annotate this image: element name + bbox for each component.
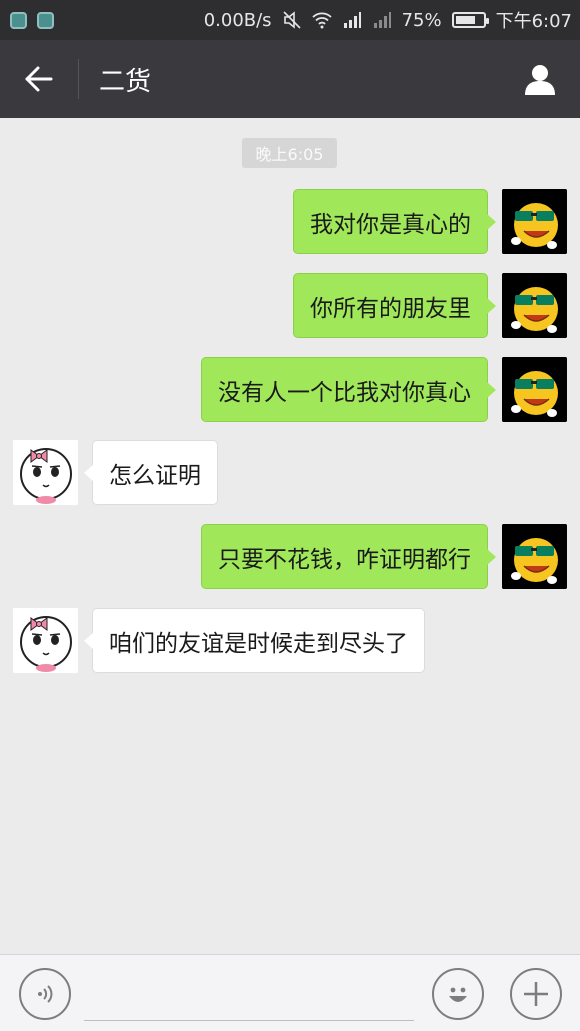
chat-header: 二货	[0, 40, 580, 118]
wifi-icon	[311, 12, 332, 29]
my-avatar[interactable]	[502, 189, 567, 254]
emoji-icon	[449, 987, 467, 1002]
my-message-bubble[interactable]: 只要不花钱，咋证明都行	[201, 524, 496, 589]
voice-input-button[interactable]	[19, 968, 71, 1020]
girl-face-avatar-icon	[13, 608, 78, 673]
signal-icon	[343, 12, 361, 28]
my-avatar[interactable]	[502, 273, 567, 338]
emoji-button[interactable]	[432, 968, 484, 1020]
chat-area[interactable]: 晚上6:05 我对你是真心的 你所有的朋友里 没有人一个比我对你真心 怎么证明 …	[0, 118, 580, 954]
my-avatar[interactable]	[502, 524, 567, 589]
battery-icon	[451, 12, 489, 28]
clock: 下午6:07	[495, 11, 572, 32]
mute-icon	[282, 11, 301, 29]
chat-title: 二货	[99, 66, 152, 97]
battery-level	[455, 16, 476, 24]
app-notification-icon	[10, 11, 27, 29]
more-options-button[interactable]	[510, 968, 562, 1020]
sunglasses-smiley-avatar-icon	[502, 273, 567, 338]
battery-percent: 75%	[401, 9, 442, 31]
chat-info-button[interactable]	[500, 40, 580, 118]
plus-icon	[524, 982, 548, 1006]
back-arrow-icon	[25, 66, 53, 92]
contact-avatar[interactable]	[13, 608, 78, 673]
message-input[interactable]	[84, 975, 414, 1021]
app-notification-icon	[37, 11, 54, 29]
message-row: 你所有的朋友里	[0, 273, 580, 339]
header-divider	[78, 59, 79, 99]
my-avatar[interactable]	[502, 357, 567, 422]
sunglasses-smiley-avatar-icon	[502, 357, 567, 422]
person-icon	[525, 65, 555, 95]
my-message-bubble[interactable]: 我对你是真心的	[293, 189, 496, 254]
input-bar	[0, 954, 580, 1031]
message-row: 怎么证明	[0, 440, 580, 506]
contact-avatar[interactable]	[13, 440, 78, 505]
message-row: 咱们的友谊是时候走到尽头了	[0, 608, 580, 674]
signal-icon	[373, 12, 391, 28]
girl-face-avatar-icon	[13, 440, 78, 505]
sunglasses-smiley-avatar-icon	[502, 189, 567, 254]
message-row: 没有人一个比我对你真心	[0, 357, 580, 423]
status-bar: 0.00B/s 75% 下午6:07	[0, 0, 580, 40]
contact-message-bubble[interactable]: 咱们的友谊是时候走到尽头了	[84, 608, 425, 673]
network-speed: 0.00B/s	[203, 9, 272, 31]
voice-icon	[38, 985, 53, 1003]
back-button[interactable]	[0, 40, 78, 118]
message-row: 只要不花钱，咋证明都行	[0, 524, 580, 590]
message-timestamp: 晚上6:05	[242, 138, 337, 168]
sunglasses-smiley-avatar-icon	[502, 524, 567, 589]
contact-message-bubble[interactable]: 怎么证明	[84, 440, 218, 505]
my-message-bubble[interactable]: 你所有的朋友里	[293, 273, 496, 338]
message-row: 我对你是真心的	[0, 189, 580, 255]
my-message-bubble[interactable]: 没有人一个比我对你真心	[201, 357, 496, 422]
